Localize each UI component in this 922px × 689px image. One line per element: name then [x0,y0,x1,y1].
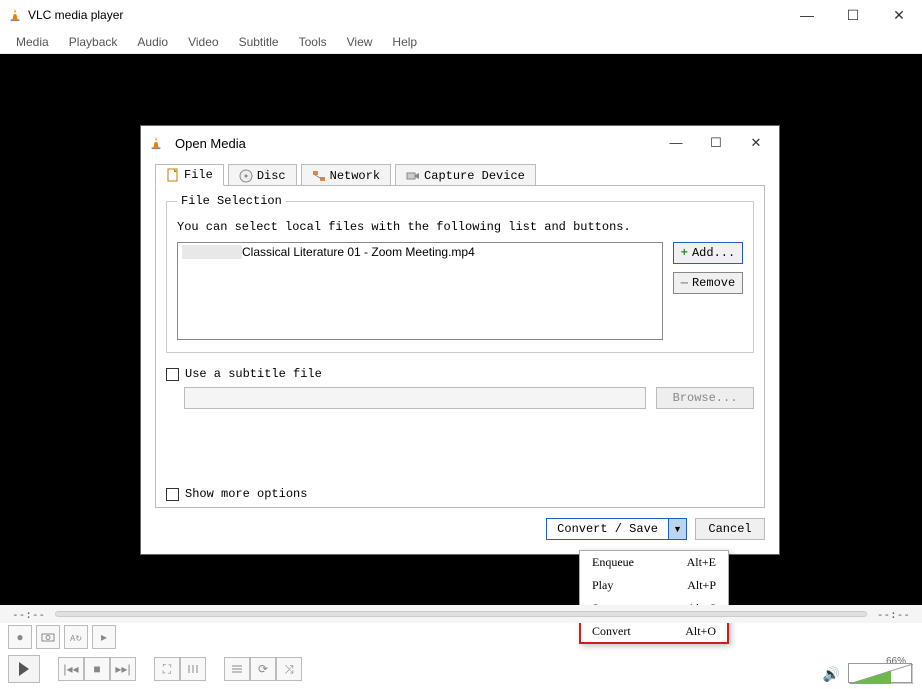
loop-a-b-button[interactable]: A↻ [64,625,88,649]
primary-controls: |◂◂ ■ ▸▸| ⛶ ⟳ ⤨ [8,655,302,683]
list-item[interactable]: xxxxClassical Literature 01 - Zoom Meeti… [178,243,662,261]
frame-step-button[interactable]: ▸ [92,625,116,649]
subtitle-path-input[interactable] [184,387,646,409]
elapsed-time: --:-- [12,608,45,621]
volume-area: 🔊 [823,663,912,683]
next-button[interactable]: ▸▸| [110,657,136,681]
volume-slider[interactable] [848,663,912,683]
tab-capture[interactable]: Capture Device [395,164,536,186]
add-label: Add... [692,246,735,260]
seek-bar-row: --:-- --:-- [0,605,922,623]
file-selection-hint: You can select local files with the foll… [177,220,743,234]
seek-slider[interactable] [55,611,867,617]
menu-bar: Media Playback Audio Video Subtitle Tool… [0,30,922,54]
stop-button[interactable]: ■ [84,657,110,681]
fullscreen-button[interactable]: ⛶ [154,657,180,681]
vlc-cone-icon [8,8,22,22]
convert-save-button[interactable]: Convert / Save ▼ [546,518,687,540]
play-button[interactable] [8,655,40,683]
menu-audio[interactable]: Audio [127,33,178,51]
menu-subtitle[interactable]: Subtitle [229,33,289,51]
maximize-button[interactable]: ☐ [830,0,876,30]
snapshot-button[interactable] [36,625,60,649]
convert-save-label: Convert / Save [547,519,668,539]
dropdown-item-convert[interactable]: ConvertAlt+O [580,620,728,643]
dialog-title: Open Media [175,136,246,151]
file-selection-group: File Selection You can select local file… [166,194,754,353]
minimize-button[interactable]: — [784,0,830,30]
secondary-controls: ● A↻ ▸ [8,625,116,649]
dialog-title-bar: Open Media — ☐ ✕ [141,126,779,160]
app-title: VLC media player [28,8,123,22]
playlist-button[interactable] [224,657,250,681]
dropdown-item-play[interactable]: PlayAlt+P [580,574,728,597]
menu-tools[interactable]: Tools [289,33,337,51]
record-button[interactable]: ● [8,625,32,649]
dropdown-arrow-icon[interactable]: ▼ [668,519,686,539]
subtitle-checkbox-label: Use a subtitle file [185,367,322,381]
prev-button[interactable]: |◂◂ [58,657,84,681]
shuffle-button[interactable]: ⤨ [276,657,302,681]
show-more-options[interactable]: Show more options [166,487,754,501]
show-more-checkbox[interactable] [166,488,179,501]
file-selection-legend: File Selection [177,194,286,208]
network-icon [312,169,326,183]
menu-help[interactable]: Help [382,33,427,51]
tab-label: Network [330,169,380,183]
dialog-minimize[interactable]: — [667,135,685,151]
menu-view[interactable]: View [337,33,383,51]
disc-icon [239,169,253,183]
menu-media[interactable]: Media [6,33,59,51]
dialog-maximize[interactable]: ☐ [707,135,725,151]
svg-text:A↻: A↻ [70,634,82,642]
dialog-footer: Convert / Save ▼ Cancel [141,518,779,554]
tab-label: Capture Device [424,169,525,183]
plus-icon: + [681,246,688,260]
menu-playback[interactable]: Playback [59,33,128,51]
tab-disc[interactable]: Disc [228,164,297,186]
dropdown-item-enqueue[interactable]: EnqueueAlt+E [580,551,728,574]
tab-row: File Disc Network Capture Device [155,164,765,186]
remove-label: Remove [692,276,735,290]
add-button[interactable]: + Add... [673,242,743,264]
cancel-button[interactable]: Cancel [695,518,765,540]
tab-panel-file: File Selection You can select local file… [155,185,765,508]
open-media-dialog: Open Media — ☐ ✕ File Disc Network Captu… [140,125,780,555]
minus-icon: — [681,276,688,290]
tab-label: Disc [257,169,286,183]
window-controls: — ☐ ✕ [784,0,922,30]
file-icon [166,168,180,182]
subtitle-checkbox[interactable] [166,368,179,381]
capture-icon [406,169,420,183]
browse-button[interactable]: Browse... [656,387,754,409]
play-icon [19,662,29,676]
vlc-cone-icon [149,136,163,150]
file-list[interactable]: xxxxClassical Literature 01 - Zoom Meeti… [177,242,663,340]
total-time: --:-- [877,608,910,621]
dialog-close[interactable]: ✕ [747,135,765,151]
convert-dropdown: EnqueueAlt+E PlayAlt+P StreamAlt+S Conve… [579,550,729,644]
main-title-bar: VLC media player — ☐ ✕ [0,0,922,30]
speaker-icon[interactable]: 🔊 [823,666,840,683]
menu-video[interactable]: Video [178,33,228,51]
tab-label: File [184,168,213,182]
show-more-label: Show more options [185,487,307,501]
loop-button[interactable]: ⟳ [250,657,276,681]
tab-network[interactable]: Network [301,164,391,186]
tab-file[interactable]: File [155,164,224,186]
file-name: Classical Literature 01 - Zoom Meeting.m… [242,245,475,259]
subtitle-checkbox-row: Use a subtitle file [166,367,754,381]
remove-button[interactable]: — Remove [673,272,743,294]
close-button[interactable]: ✕ [876,0,922,30]
extended-settings-button[interactable] [180,657,206,681]
